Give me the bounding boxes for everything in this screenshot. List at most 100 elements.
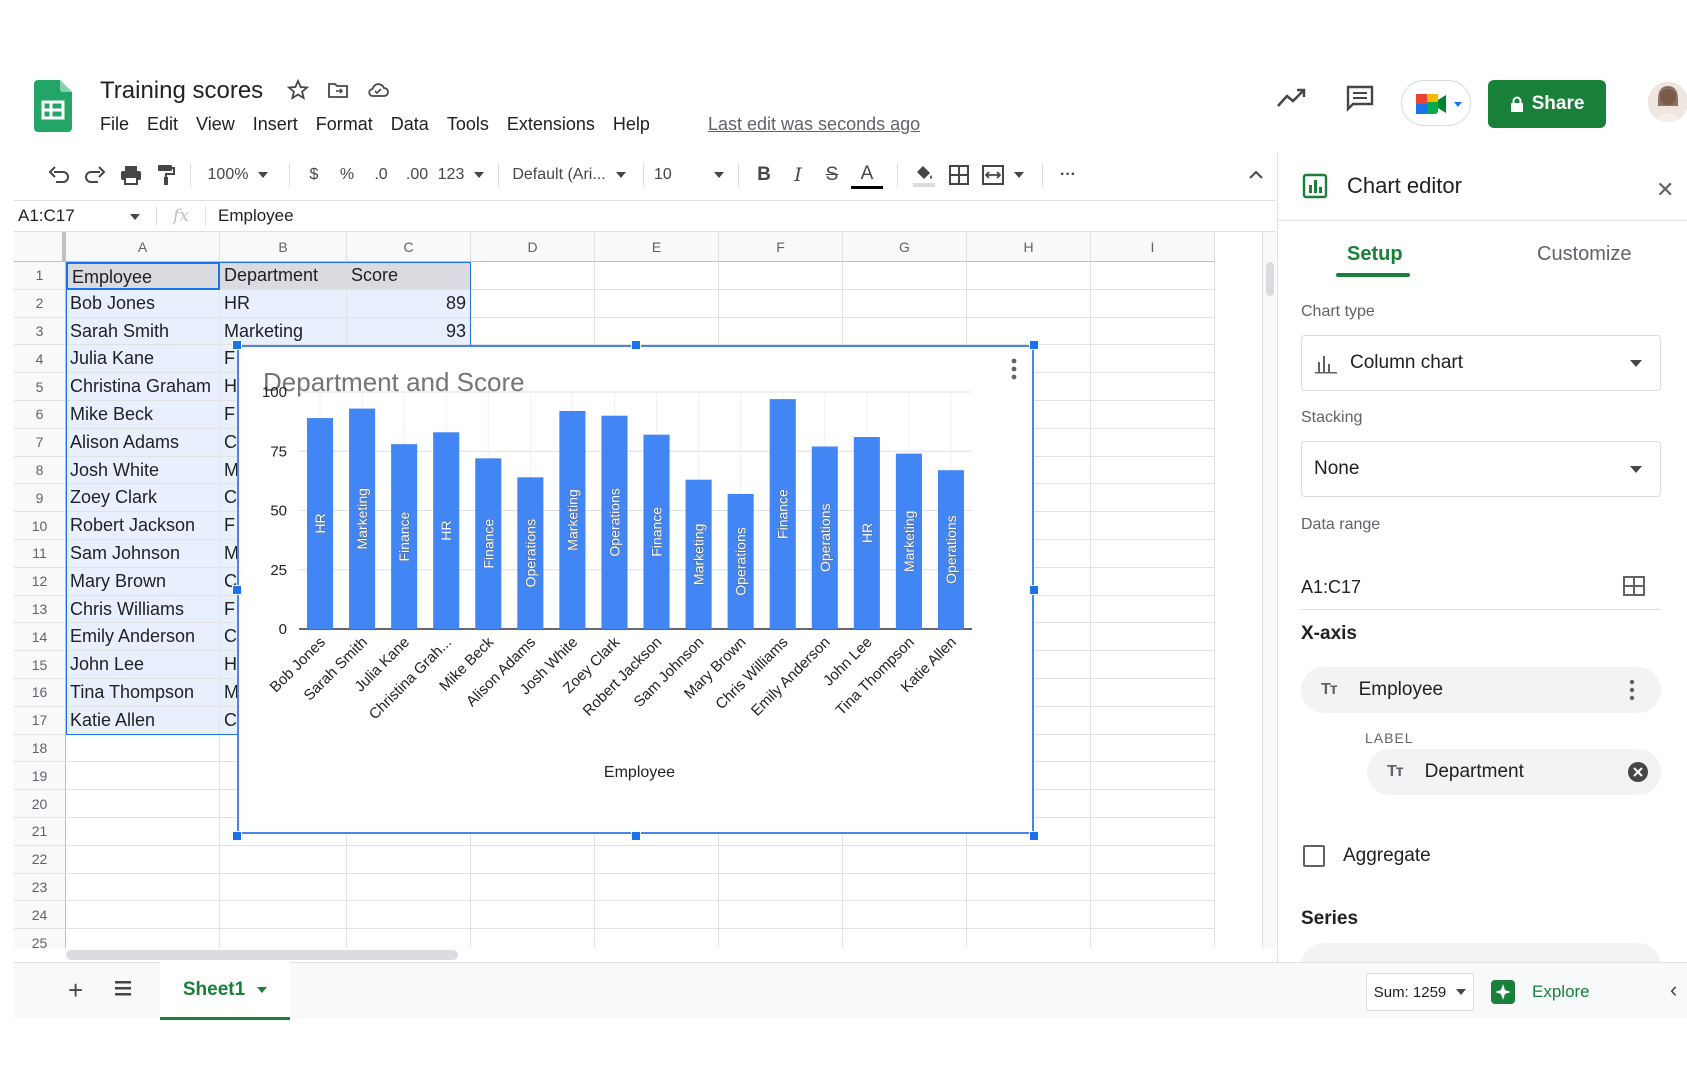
grid-cell[interactable]: [347, 901, 471, 930]
menu-view[interactable]: View: [187, 114, 244, 135]
grid-cell[interactable]: [1091, 651, 1215, 679]
grid-cell[interactable]: [66, 845, 220, 874]
undo-icon[interactable]: [48, 159, 70, 191]
employee-cell[interactable]: Emily Anderson: [66, 623, 220, 652]
grid-cell[interactable]: [843, 873, 967, 902]
grid-cell[interactable]: [1091, 262, 1215, 290]
tab-setup[interactable]: Setup: [1347, 243, 1403, 266]
grid-cell[interactable]: [967, 262, 1091, 290]
stacking-select[interactable]: None: [1301, 441, 1661, 497]
select-all-corner[interactable]: [14, 232, 66, 262]
grid-cell[interactable]: [347, 873, 471, 902]
italic-button[interactable]: I: [783, 159, 813, 191]
employee-cell[interactable]: John Lee: [66, 651, 220, 679]
grid-cell[interactable]: [1091, 623, 1215, 652]
grid-cell[interactable]: [1091, 762, 1215, 791]
employee-cell[interactable]: Sarah Smith: [66, 317, 220, 346]
grid-cell[interactable]: [66, 818, 220, 846]
row-header[interactable]: 16: [14, 679, 66, 707]
grid-cell[interactable]: [1091, 734, 1215, 763]
row-header[interactable]: 17: [14, 706, 66, 735]
grid-cell[interactable]: [471, 845, 595, 874]
grid-cell[interactable]: [66, 873, 220, 902]
grid-cell[interactable]: [471, 289, 595, 318]
column-header[interactable]: D: [471, 232, 595, 262]
menu-format[interactable]: Format: [307, 114, 382, 135]
activity-trend-icon[interactable]: [1276, 86, 1306, 110]
row-header[interactable]: 5: [14, 373, 66, 401]
grid-cell[interactable]: [471, 317, 595, 346]
grid-cell[interactable]: [967, 873, 1091, 902]
employee-cell[interactable]: Tina Thompson: [66, 679, 220, 707]
resize-handle-bottom-right[interactable]: [1029, 831, 1039, 841]
more-formats-select[interactable]: 123: [438, 159, 484, 191]
menu-tools[interactable]: Tools: [438, 114, 498, 135]
menu-file[interactable]: File: [100, 114, 138, 135]
resize-handle-left[interactable]: [232, 585, 242, 595]
grid-cell[interactable]: [843, 845, 967, 874]
font-family-select[interactable]: Default (Ari...: [509, 159, 629, 191]
header-cell[interactable]: Department: [220, 262, 347, 290]
text-color-button[interactable]: A: [851, 161, 883, 189]
header-cell[interactable]: Employee: [66, 262, 220, 290]
score-cell[interactable]: 89: [347, 289, 471, 318]
resize-handle-bottom[interactable]: [631, 831, 641, 841]
grid-cell[interactable]: [1091, 540, 1215, 568]
grid-cell[interactable]: [843, 929, 967, 948]
grid-cell[interactable]: [1091, 484, 1215, 513]
row-header[interactable]: 11: [14, 540, 66, 568]
row-header[interactable]: 12: [14, 567, 66, 596]
resize-handle-bottom-left[interactable]: [232, 831, 242, 841]
formula-input[interactable]: Employee: [206, 206, 294, 226]
tab-customize[interactable]: Customize: [1537, 243, 1631, 266]
grid-cell[interactable]: [66, 790, 220, 818]
employee-cell[interactable]: Josh White: [66, 456, 220, 485]
menu-edit[interactable]: Edit: [138, 114, 187, 135]
grid-cell[interactable]: [220, 845, 347, 874]
row-header[interactable]: 18: [14, 734, 66, 763]
grid-cell[interactable]: [719, 262, 843, 290]
grid-cell[interactable]: [719, 845, 843, 874]
strikethrough-button[interactable]: S: [817, 159, 847, 191]
grid-cell[interactable]: [1091, 706, 1215, 735]
grid-cell[interactable]: [1091, 373, 1215, 401]
percent-format-button[interactable]: %: [332, 159, 362, 191]
employee-cell[interactable]: Julia Kane: [66, 345, 220, 374]
grid-cell[interactable]: [967, 901, 1091, 930]
close-icon[interactable]: ✕: [1656, 177, 1674, 203]
grid-cell[interactable]: [1091, 595, 1215, 624]
grid-cell[interactable]: [347, 929, 471, 948]
grid-cell[interactable]: [967, 929, 1091, 948]
row-header[interactable]: 24: [14, 901, 66, 930]
row-header[interactable]: 1: [14, 262, 66, 290]
column-header[interactable]: I: [1091, 232, 1215, 262]
redo-icon[interactable]: [84, 159, 106, 191]
grid-cell[interactable]: [1091, 345, 1215, 374]
cloud-status-icon[interactable]: [366, 78, 390, 102]
row-header[interactable]: 8: [14, 456, 66, 485]
grid-cell[interactable]: [1091, 512, 1215, 540]
grid-cell[interactable]: [1091, 401, 1215, 429]
grid-cell[interactable]: [1091, 901, 1215, 930]
grid-cell[interactable]: [843, 901, 967, 930]
resize-handle-top-left[interactable]: [232, 340, 242, 350]
row-header[interactable]: 7: [14, 428, 66, 457]
employee-cell[interactable]: Sam Johnson: [66, 540, 220, 568]
score-cell[interactable]: 93: [347, 317, 471, 346]
share-button[interactable]: Share: [1488, 80, 1606, 128]
grid-cell[interactable]: [220, 901, 347, 930]
employee-cell[interactable]: Robert Jackson: [66, 512, 220, 540]
star-icon[interactable]: [286, 78, 310, 102]
meet-button[interactable]: [1401, 80, 1471, 126]
employee-cell[interactable]: Alison Adams: [66, 428, 220, 457]
bold-button[interactable]: B: [749, 159, 779, 191]
grid-cell[interactable]: [1091, 873, 1215, 902]
row-header[interactable]: 4: [14, 345, 66, 374]
merge-cells-icon[interactable]: [978, 159, 1028, 191]
sheets-logo-icon[interactable]: [34, 80, 72, 132]
grid-cell[interactable]: [66, 734, 220, 763]
grid-cell[interactable]: [719, 929, 843, 948]
employee-cell[interactable]: Chris Williams: [66, 595, 220, 624]
add-sheet-icon[interactable]: +: [68, 975, 83, 1006]
data-range-field[interactable]: A1:C17: [1301, 566, 1661, 610]
